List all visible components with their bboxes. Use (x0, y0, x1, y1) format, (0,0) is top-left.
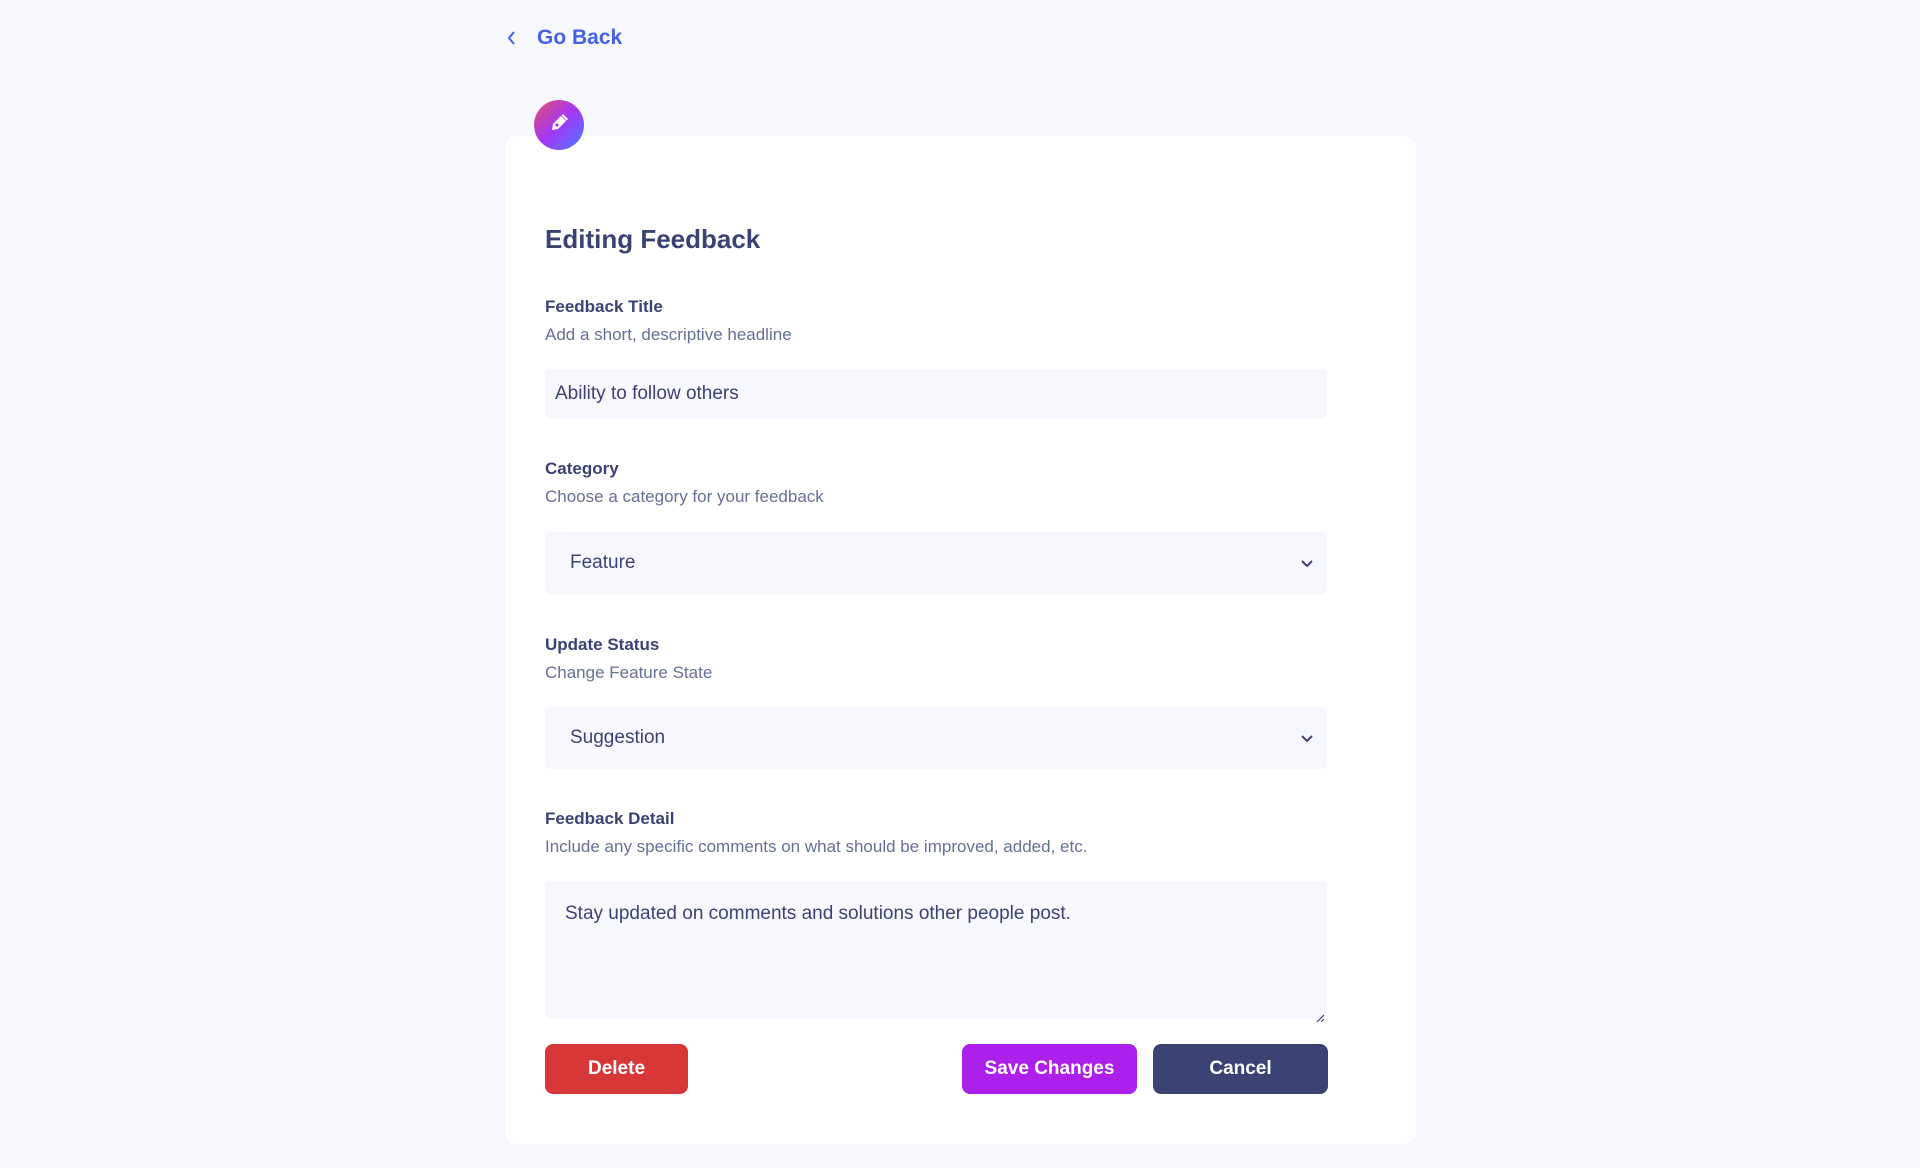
detail-label: Feedback Detail (545, 809, 675, 828)
edit-feedback-page: Go Back Editing Feedback Feedback Title … (0, 0, 1920, 1168)
form-title: Editing Feedback (545, 224, 761, 254)
go-back-link[interactable]: Go Back (507, 26, 622, 50)
delete-button[interactable]: Delete (545, 1044, 688, 1094)
feedback-title-hint: Add a short, descriptive headline (545, 325, 792, 344)
go-back-label: Go Back (537, 26, 623, 49)
feedback-title-input[interactable]: Ability to follow others (545, 369, 1327, 419)
edit-badge (534, 100, 584, 150)
category-value: Feature (570, 552, 636, 573)
status-select[interactable]: Suggestion (545, 707, 1327, 769)
detail-hint: Include any specific comments on what sh… (545, 837, 1088, 856)
detail-value: Stay updated on comments and solutions o… (565, 903, 1071, 924)
detail-textarea[interactable]: Stay updated on comments and solutions o… (545, 881, 1327, 1023)
chevron-left-icon (507, 30, 519, 46)
category-select[interactable]: Feature (545, 532, 1327, 594)
feedback-title-label: Feedback Title (545, 297, 663, 316)
category-hint: Choose a category for your feedback (545, 487, 824, 506)
status-hint: Change Feature State (545, 663, 713, 682)
cancel-button[interactable]: Cancel (1153, 1044, 1328, 1094)
feedback-title-value: Ability to follow others (555, 383, 739, 404)
resize-handle-icon[interactable] (1315, 1007, 1325, 1023)
category-label: Category (545, 459, 619, 478)
status-value: Suggestion (570, 727, 666, 748)
chevron-down-icon (1301, 552, 1313, 574)
edit-pen-icon (548, 112, 570, 139)
status-label: Update Status (545, 635, 660, 654)
chevron-down-icon (1301, 727, 1313, 749)
save-changes-button[interactable]: Save Changes (962, 1044, 1137, 1094)
